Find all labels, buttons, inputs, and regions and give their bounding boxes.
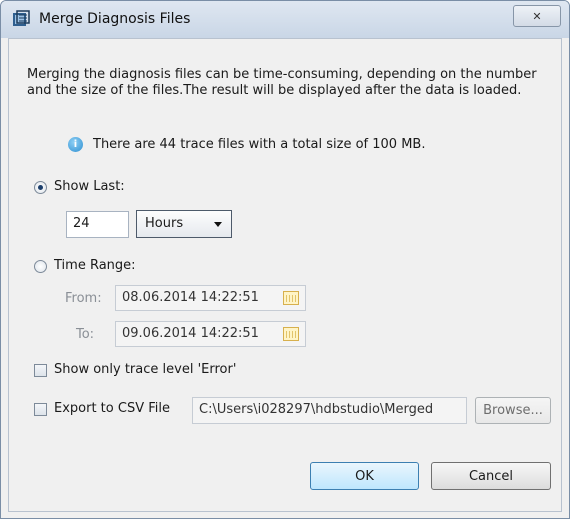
dialog-body — [8, 38, 562, 512]
error-only-checkbox[interactable] — [34, 364, 47, 377]
show-last-amount-input[interactable]: 24 — [66, 211, 129, 238]
from-date-field[interactable]: 08.06.2014 14:22:51 — [115, 285, 306, 311]
to-label: To: — [76, 327, 95, 342]
info-text: There are 44 trace files with a total si… — [93, 137, 426, 152]
error-only-label[interactable]: Show only trace level 'Error' — [54, 362, 236, 377]
time-range-radio[interactable] — [34, 260, 47, 273]
title-bar[interactable]: Merge Diagnosis Files ✕ — [1, 1, 569, 38]
cancel-button[interactable]: Cancel — [431, 462, 551, 490]
export-csv-label[interactable]: Export to CSV File — [54, 401, 170, 416]
show-last-radio[interactable] — [34, 181, 47, 194]
ok-button-label: OK — [355, 468, 374, 484]
ok-button[interactable]: OK — [310, 462, 419, 490]
to-date-value: 09.06.2014 14:22:51 — [122, 326, 259, 341]
merge-diagnosis-dialog: Merge Diagnosis Files ✕ Merging the diag… — [0, 0, 570, 519]
close-icon: ✕ — [532, 9, 542, 23]
app-icon — [13, 10, 30, 26]
show-last-label[interactable]: Show Last: — [54, 179, 125, 194]
close-button[interactable]: ✕ — [513, 5, 561, 27]
from-date-value: 08.06.2014 14:22:51 — [122, 290, 259, 305]
from-calendar-icon[interactable] — [283, 291, 299, 305]
csv-path-input[interactable]: C:\Users\i028297\hdbstudio\Merged — [192, 397, 467, 424]
to-calendar-icon[interactable] — [283, 327, 299, 341]
chevron-down-icon — [214, 222, 222, 227]
window-title: Merge Diagnosis Files — [39, 11, 191, 27]
browse-button-label: Browse... — [483, 403, 543, 418]
description-text: Merging the diagnosis files can be time-… — [27, 67, 537, 98]
time-range-label[interactable]: Time Range: — [54, 258, 136, 273]
time-unit-select[interactable]: Hours — [136, 210, 232, 238]
time-unit-value: Hours — [145, 216, 184, 231]
cancel-button-label: Cancel — [468, 468, 514, 484]
browse-button[interactable]: Browse... — [475, 397, 551, 424]
to-date-field[interactable]: 09.06.2014 14:22:51 — [115, 321, 306, 347]
info-icon: i — [68, 137, 83, 152]
export-csv-checkbox[interactable] — [34, 403, 47, 416]
from-label: From: — [65, 291, 102, 306]
info-message: i There are 44 trace files with a total … — [68, 137, 425, 152]
